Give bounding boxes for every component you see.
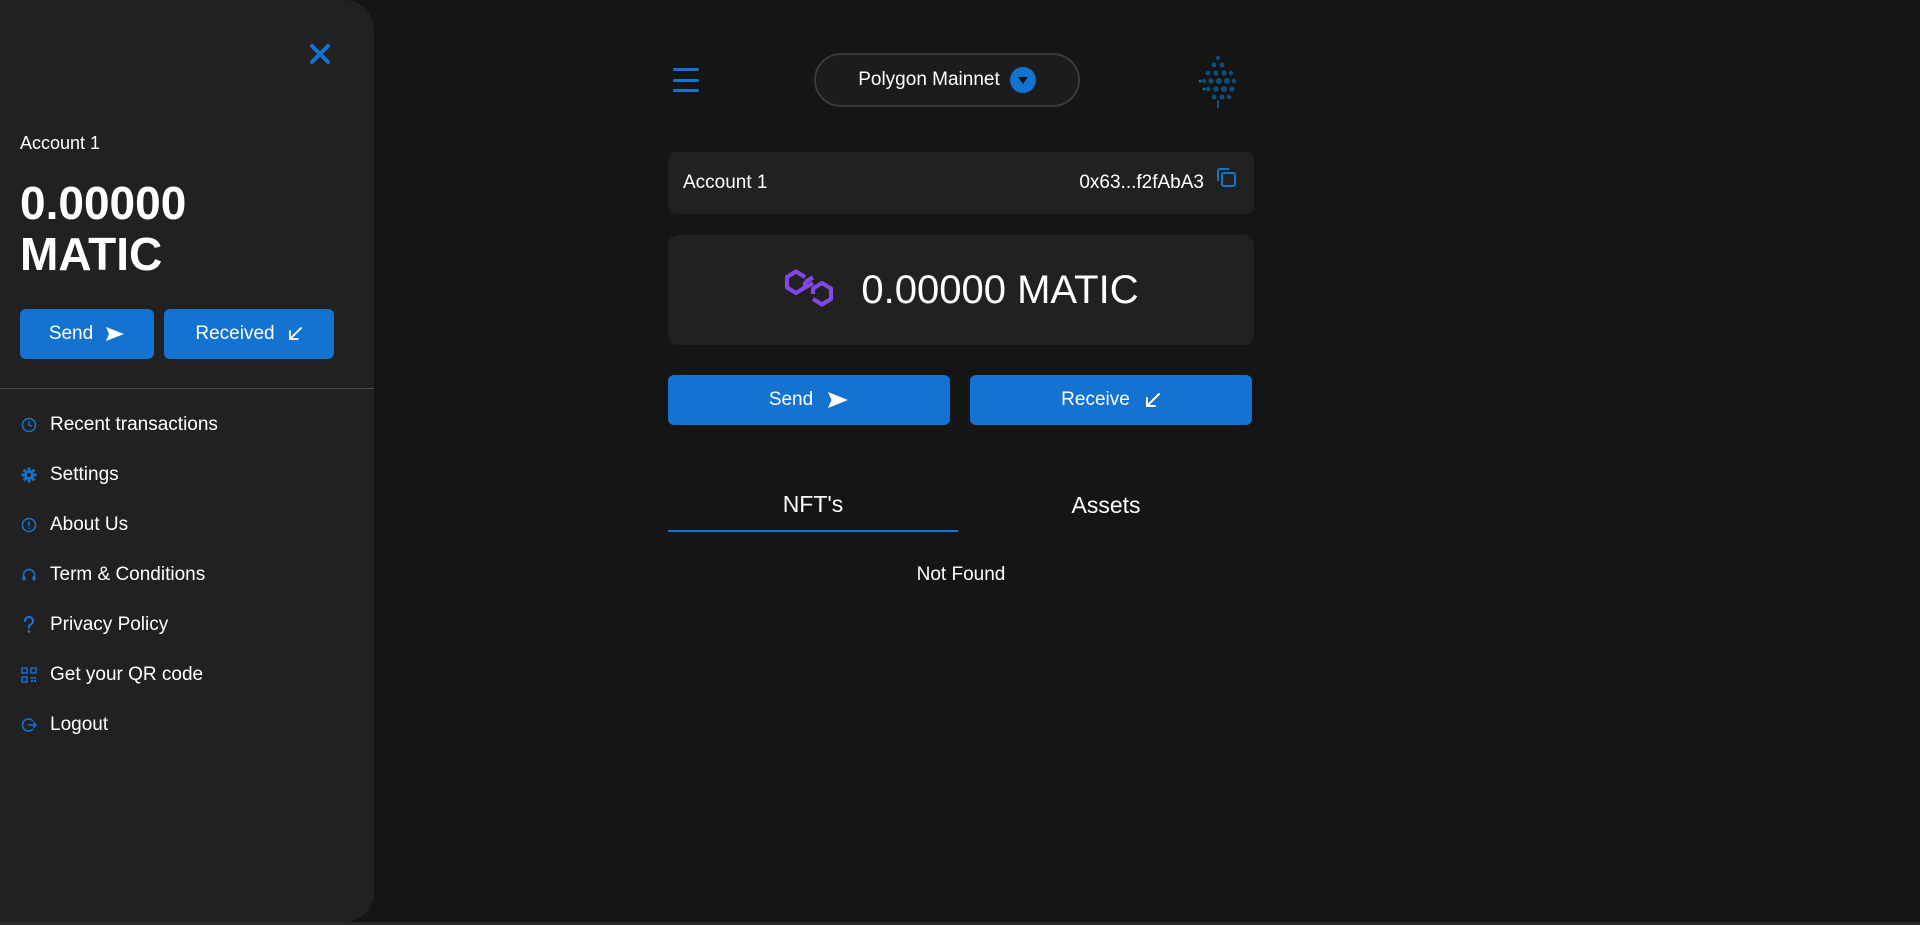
menu-item-terms-conditions[interactable]: Term & Conditions xyxy=(20,550,218,600)
balance-card: 0.00000 MATIC xyxy=(668,235,1254,345)
side-drawer: Account 1 0.00000 MATIC Send Received Re… xyxy=(0,0,374,922)
clock-icon xyxy=(20,416,38,434)
tab-assets[interactable]: Assets xyxy=(958,478,1254,532)
empty-state-message: Not Found xyxy=(916,564,1006,585)
hamburger-menu-icon[interactable] xyxy=(673,68,699,92)
account-name: Account 1 xyxy=(683,172,768,193)
menu-item-label: Privacy Policy xyxy=(50,614,169,635)
chevron-down-icon xyxy=(1009,67,1036,93)
app-logo xyxy=(1196,54,1240,108)
content-tabs: NFT's Assets xyxy=(668,478,1254,532)
polygon-matic-icon xyxy=(783,265,835,316)
qr-code-icon xyxy=(20,666,38,684)
menu-item-label: About Us xyxy=(50,514,129,535)
balance-amount: 0.00000 MATIC xyxy=(861,267,1139,312)
drawer-send-label: Send xyxy=(48,323,94,344)
send-icon xyxy=(828,392,849,408)
arrow-down-left-icon xyxy=(288,327,302,340)
logout-icon xyxy=(20,716,38,734)
menu-item-about-us[interactable]: About Us xyxy=(20,500,218,550)
receive-button-label: Receive xyxy=(1061,389,1130,410)
wallet-address: 0x63...f2fAbA3 xyxy=(1079,172,1204,193)
address-group: 0x63...f2fAbA3 xyxy=(1079,168,1238,194)
drawer-balance: 0.00000 MATIC xyxy=(20,177,187,280)
info-icon xyxy=(20,516,38,534)
drawer-send-button[interactable]: Send xyxy=(20,309,154,359)
menu-item-recent-transactions[interactable]: Recent transactions xyxy=(20,400,218,450)
network-name: Polygon Mainnet xyxy=(858,69,1000,90)
drawer-received-button[interactable]: Received xyxy=(164,309,334,359)
menu-item-settings[interactable]: Settings xyxy=(20,450,218,500)
menu-item-label: Logout xyxy=(50,714,109,735)
arrow-down-left-icon xyxy=(1145,392,1160,407)
copy-icon[interactable] xyxy=(1214,166,1238,192)
close-icon[interactable] xyxy=(306,40,334,68)
menu-item-logout[interactable]: Logout xyxy=(20,700,218,750)
menu-item-label: Recent transactions xyxy=(50,414,218,435)
drawer-account-name: Account 1 xyxy=(20,133,101,153)
network-selector[interactable]: Polygon Mainnet xyxy=(814,53,1080,107)
menu-item-label: Get your QR code xyxy=(50,664,204,685)
menu-item-label: Settings xyxy=(50,464,119,485)
drawer-divider xyxy=(0,388,374,389)
tab-nfts[interactable]: NFT's xyxy=(668,478,958,532)
menu-item-label: Term & Conditions xyxy=(50,564,206,585)
drawer-received-label: Received xyxy=(195,323,275,344)
account-card: Account 1 0x63...f2fAbA3 xyxy=(668,152,1254,214)
menu-item-privacy-policy[interactable]: Privacy Policy xyxy=(20,600,218,650)
send-button-label: Send xyxy=(768,389,814,410)
question-icon xyxy=(20,616,38,634)
headset-icon xyxy=(20,566,38,584)
send-button[interactable]: Send xyxy=(668,375,950,425)
menu-item-qr-code[interactable]: Get your QR code xyxy=(20,650,218,700)
gear-icon xyxy=(20,466,38,484)
drawer-menu: Recent transactions Settings About Us Te… xyxy=(20,400,218,750)
receive-button[interactable]: Receive xyxy=(970,375,1252,425)
send-icon xyxy=(106,327,125,341)
